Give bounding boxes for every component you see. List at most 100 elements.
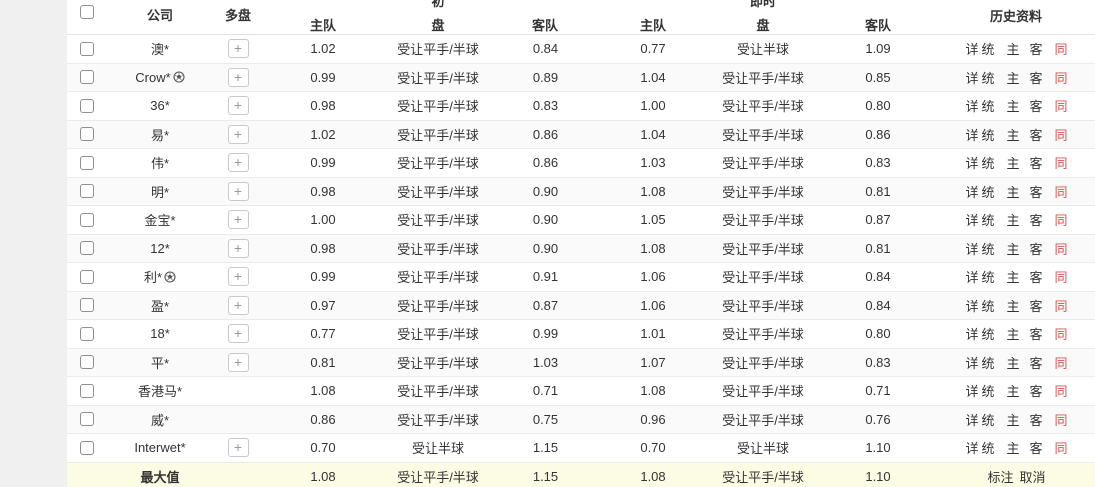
- row-checkbox[interactable]: [80, 383, 94, 398]
- history-detail-link[interactable]: 详: [965, 42, 978, 57]
- history-stats-link[interactable]: 统: [981, 242, 994, 257]
- row-checkbox[interactable]: [80, 127, 94, 142]
- history-detail-link[interactable]: 详: [965, 99, 978, 114]
- history-away-link[interactable]: 客: [1030, 413, 1043, 428]
- history-same-link[interactable]: 同: [1055, 299, 1068, 314]
- history-detail-link[interactable]: 详: [965, 270, 978, 285]
- history-stats-link[interactable]: 统: [981, 71, 994, 86]
- expand-odds-button[interactable]: +: [227, 238, 249, 258]
- history-detail-link[interactable]: 详: [965, 242, 978, 257]
- history-stats-link[interactable]: 统: [981, 128, 994, 143]
- history-same-link[interactable]: 同: [1055, 128, 1068, 143]
- history-home-link[interactable]: 主: [1006, 185, 1019, 200]
- history-home-link[interactable]: 主: [1006, 213, 1019, 228]
- history-away-link[interactable]: 客: [1030, 185, 1043, 200]
- history-stats-link[interactable]: 统: [981, 384, 994, 399]
- history-away-link[interactable]: 客: [1030, 356, 1043, 371]
- history-same-link[interactable]: 同: [1055, 156, 1068, 171]
- expand-odds-button[interactable]: +: [227, 153, 249, 173]
- row-checkbox[interactable]: [80, 70, 94, 85]
- history-stats-link[interactable]: 统: [981, 156, 994, 171]
- row-checkbox[interactable]: [80, 98, 94, 113]
- history-detail-link[interactable]: 详: [965, 213, 978, 228]
- history-home-link[interactable]: 主: [1006, 384, 1019, 399]
- history-detail-link[interactable]: 详: [965, 356, 978, 371]
- row-checkbox[interactable]: [80, 269, 94, 284]
- history-home-link[interactable]: 主: [1006, 71, 1019, 86]
- history-same-link[interactable]: 同: [1055, 42, 1068, 57]
- history-same-link[interactable]: 同: [1055, 356, 1068, 371]
- row-checkbox[interactable]: [80, 212, 94, 227]
- history-home-link[interactable]: 主: [1006, 441, 1019, 456]
- history-away-link[interactable]: 客: [1030, 441, 1043, 456]
- expand-odds-button[interactable]: +: [227, 324, 249, 344]
- history-away-link[interactable]: 客: [1030, 71, 1043, 86]
- history-stats-link[interactable]: 统: [981, 213, 994, 228]
- history-home-link[interactable]: 主: [1006, 299, 1019, 314]
- history-detail-link[interactable]: 详: [965, 413, 978, 428]
- history-stats-link[interactable]: 统: [981, 441, 994, 456]
- history-same-link[interactable]: 同: [1055, 242, 1068, 257]
- history-same-link[interactable]: 同: [1055, 327, 1068, 342]
- expand-odds-button[interactable]: +: [227, 67, 249, 87]
- history-detail-link[interactable]: 详: [965, 185, 978, 200]
- history-stats-link[interactable]: 统: [981, 413, 994, 428]
- history-home-link[interactable]: 主: [1006, 356, 1019, 371]
- row-checkbox[interactable]: [80, 41, 94, 56]
- history-away-link[interactable]: 客: [1030, 384, 1043, 399]
- row-checkbox[interactable]: [80, 184, 94, 199]
- history-stats-link[interactable]: 统: [981, 299, 994, 314]
- history-away-link[interactable]: 客: [1030, 270, 1043, 285]
- history-home-link[interactable]: 主: [1006, 156, 1019, 171]
- history-away-link[interactable]: 客: [1030, 213, 1043, 228]
- expand-odds-button[interactable]: +: [227, 210, 249, 230]
- history-away-link[interactable]: 客: [1030, 156, 1043, 171]
- history-away-link[interactable]: 客: [1030, 42, 1043, 57]
- history-detail-link[interactable]: 详: [965, 71, 978, 86]
- expand-odds-button[interactable]: +: [227, 124, 249, 144]
- history-stats-link[interactable]: 统: [981, 356, 994, 371]
- history-detail-link[interactable]: 详: [965, 128, 978, 143]
- row-checkbox[interactable]: [80, 355, 94, 370]
- expand-odds-button[interactable]: +: [227, 267, 249, 287]
- cancel-link[interactable]: 取消: [1020, 470, 1046, 485]
- history-home-link[interactable]: 主: [1006, 327, 1019, 342]
- history-same-link[interactable]: 同: [1055, 213, 1068, 228]
- history-detail-link[interactable]: 详: [965, 156, 978, 171]
- history-home-link[interactable]: 主: [1006, 42, 1019, 57]
- history-home-link[interactable]: 主: [1006, 413, 1019, 428]
- row-checkbox[interactable]: [80, 241, 94, 256]
- history-away-link[interactable]: 客: [1030, 128, 1043, 143]
- history-detail-link[interactable]: 详: [965, 299, 978, 314]
- history-away-link[interactable]: 客: [1030, 299, 1043, 314]
- history-same-link[interactable]: 同: [1055, 384, 1068, 399]
- history-home-link[interactable]: 主: [1006, 270, 1019, 285]
- expand-odds-button[interactable]: +: [227, 295, 249, 315]
- history-detail-link[interactable]: 详: [965, 327, 978, 342]
- expand-odds-button[interactable]: +: [227, 39, 249, 59]
- history-same-link[interactable]: 同: [1055, 413, 1068, 428]
- expand-odds-button[interactable]: +: [227, 181, 249, 201]
- history-detail-link[interactable]: 详: [965, 384, 978, 399]
- history-stats-link[interactable]: 统: [981, 327, 994, 342]
- history-home-link[interactable]: 主: [1006, 242, 1019, 257]
- row-checkbox[interactable]: [80, 155, 94, 170]
- expand-odds-button[interactable]: +: [227, 352, 249, 372]
- select-all-checkbox[interactable]: [80, 5, 94, 19]
- history-stats-link[interactable]: 统: [981, 99, 994, 114]
- history-same-link[interactable]: 同: [1055, 99, 1068, 114]
- row-checkbox[interactable]: [80, 326, 94, 341]
- history-detail-link[interactable]: 详: [965, 441, 978, 456]
- mark-link[interactable]: 标注: [987, 470, 1013, 485]
- history-home-link[interactable]: 主: [1006, 128, 1019, 143]
- history-stats-link[interactable]: 统: [981, 185, 994, 200]
- history-away-link[interactable]: 客: [1030, 242, 1043, 257]
- history-same-link[interactable]: 同: [1055, 185, 1068, 200]
- history-same-link[interactable]: 同: [1055, 71, 1068, 86]
- history-home-link[interactable]: 主: [1006, 99, 1019, 114]
- history-away-link[interactable]: 客: [1030, 327, 1043, 342]
- history-stats-link[interactable]: 统: [981, 42, 994, 57]
- expand-odds-button[interactable]: +: [227, 438, 249, 458]
- row-checkbox[interactable]: [80, 440, 94, 455]
- history-same-link[interactable]: 同: [1055, 441, 1068, 456]
